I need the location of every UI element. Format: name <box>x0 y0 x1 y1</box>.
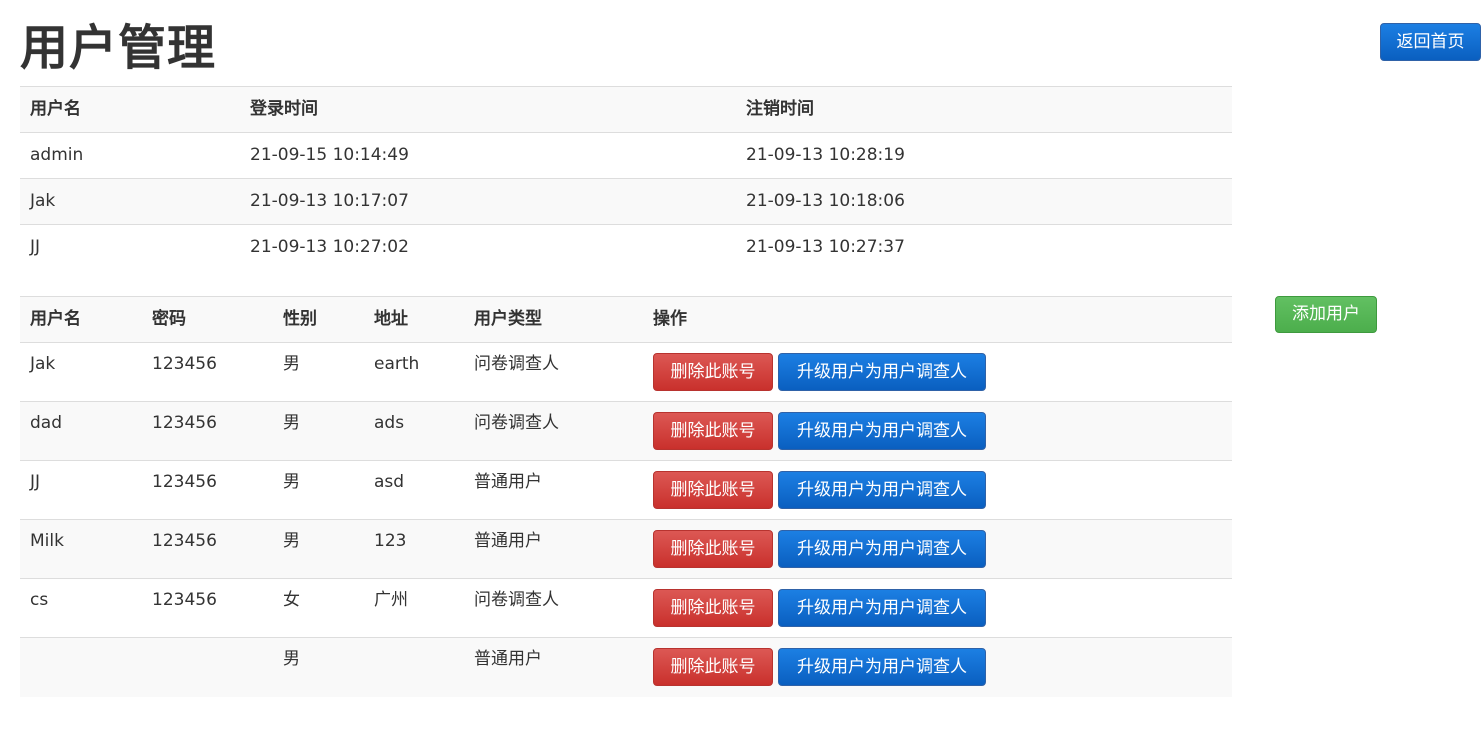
gender-cell: 男 <box>273 519 364 579</box>
upgrade-user-button[interactable]: 升级用户为用户调查人 <box>778 530 986 568</box>
column-header-logout-time: 注销时间 <box>736 86 1232 133</box>
upgrade-user-button[interactable]: 升级用户为用户调查人 <box>778 353 986 391</box>
delete-account-button[interactable]: 删除此账号 <box>653 471 773 509</box>
user-type-cell: 问卷调查人 <box>464 342 643 402</box>
column-header-gender: 性别 <box>273 296 364 343</box>
actions-cell: 删除此账号 升级用户为用户调查人 <box>643 460 1232 520</box>
login-records-table: 用户名 登录时间 注销时间 admin 21-09-15 10:14:49 21… <box>20 86 1232 271</box>
column-header-address: 地址 <box>364 296 464 343</box>
table-row: Jak 21-09-13 10:17:07 21-09-13 10:18:06 <box>20 178 1232 225</box>
address-cell <box>364 637 464 697</box>
username-cell: cs <box>20 578 142 638</box>
password-cell: 123456 <box>142 460 273 520</box>
page-title: 用户管理 <box>20 20 217 76</box>
column-header-user-type: 用户类型 <box>464 296 643 343</box>
actions-cell: 删除此账号 升级用户为用户调查人 <box>643 578 1232 638</box>
table-row: cs 123456 女 广州 问卷调查人 删除此账号 升级用户为用户调查人 <box>20 578 1232 638</box>
gender-cell: 男 <box>273 460 364 520</box>
table-row: JJ 21-09-13 10:27:02 21-09-13 10:27:37 <box>20 224 1232 271</box>
table-row: JJ 123456 男 asd 普通用户 删除此账号 升级用户为用户调查人 <box>20 460 1232 520</box>
address-cell: ads <box>364 401 464 461</box>
actions-cell: 删除此账号 升级用户为用户调查人 <box>643 637 1232 697</box>
username-cell: admin <box>20 132 240 179</box>
table-row: Jak 123456 男 earth 问卷调查人 删除此账号 升级用户为用户调查人 <box>20 342 1232 402</box>
username-cell: Jak <box>20 178 240 225</box>
table-row: dad 123456 男 ads 问卷调查人 删除此账号 升级用户为用户调查人 <box>20 401 1232 461</box>
gender-cell: 女 <box>273 578 364 638</box>
user-type-cell: 问卷调查人 <box>464 578 643 638</box>
address-cell: 广州 <box>364 578 464 638</box>
address-cell: asd <box>364 460 464 520</box>
delete-account-button[interactable]: 删除此账号 <box>653 412 773 450</box>
table-row: admin 21-09-15 10:14:49 21-09-13 10:28:1… <box>20 132 1232 179</box>
login-table-header: 用户名 登录时间 注销时间 <box>20 86 1232 133</box>
password-cell <box>142 637 273 697</box>
username-cell <box>20 637 142 697</box>
actions-cell: 删除此账号 升级用户为用户调查人 <box>643 519 1232 579</box>
column-header-password: 密码 <box>142 296 273 343</box>
user-management-table: 用户名 密码 性别 地址 用户类型 操作 Jak 123456 男 earth … <box>20 296 1232 697</box>
delete-account-button[interactable]: 删除此账号 <box>653 530 773 568</box>
logout-time-cell: 21-09-13 10:27:37 <box>736 224 1232 271</box>
table-row: 男 普通用户 删除此账号 升级用户为用户调查人 <box>20 637 1232 697</box>
table-row: Milk 123456 男 123 普通用户 删除此账号 升级用户为用户调查人 <box>20 519 1232 579</box>
actions-cell: 删除此账号 升级用户为用户调查人 <box>643 401 1232 461</box>
user-type-cell: 问卷调查人 <box>464 401 643 461</box>
login-time-cell: 21-09-13 10:17:07 <box>240 178 736 225</box>
column-header-username: 用户名 <box>20 86 240 133</box>
username-cell: Jak <box>20 342 142 402</box>
upgrade-user-button[interactable]: 升级用户为用户调查人 <box>778 648 986 686</box>
logout-time-cell: 21-09-13 10:28:19 <box>736 132 1232 179</box>
column-header-login-time: 登录时间 <box>240 86 736 133</box>
column-header-actions: 操作 <box>643 296 1232 343</box>
logout-time-cell: 21-09-13 10:18:06 <box>736 178 1232 225</box>
password-cell: 123456 <box>142 342 273 402</box>
gender-cell: 男 <box>273 401 364 461</box>
upgrade-user-button[interactable]: 升级用户为用户调查人 <box>778 471 986 509</box>
column-header-username: 用户名 <box>20 296 142 343</box>
user-table-header: 用户名 密码 性别 地址 用户类型 操作 <box>20 296 1232 343</box>
user-type-cell: 普通用户 <box>464 637 643 697</box>
user-type-cell: 普通用户 <box>464 519 643 579</box>
delete-account-button[interactable]: 删除此账号 <box>653 589 773 627</box>
login-time-cell: 21-09-15 10:14:49 <box>240 132 736 179</box>
upgrade-user-button[interactable]: 升级用户为用户调查人 <box>778 412 986 450</box>
address-cell: earth <box>364 342 464 402</box>
back-home-button[interactable]: 返回首页 <box>1380 23 1481 61</box>
delete-account-button[interactable]: 删除此账号 <box>653 648 773 686</box>
login-time-cell: 21-09-13 10:27:02 <box>240 224 736 271</box>
actions-cell: 删除此账号 升级用户为用户调查人 <box>643 342 1232 402</box>
gender-cell: 男 <box>273 342 364 402</box>
username-cell: Milk <box>20 519 142 579</box>
delete-account-button[interactable]: 删除此账号 <box>653 353 773 391</box>
upgrade-user-button[interactable]: 升级用户为用户调查人 <box>778 589 986 627</box>
password-cell: 123456 <box>142 401 273 461</box>
username-cell: JJ <box>20 224 240 271</box>
username-cell: dad <box>20 401 142 461</box>
password-cell: 123456 <box>142 578 273 638</box>
gender-cell: 男 <box>273 637 364 697</box>
address-cell: 123 <box>364 519 464 579</box>
add-user-button[interactable]: 添加用户 <box>1275 296 1377 333</box>
password-cell: 123456 <box>142 519 273 579</box>
username-cell: JJ <box>20 460 142 520</box>
user-type-cell: 普通用户 <box>464 460 643 520</box>
